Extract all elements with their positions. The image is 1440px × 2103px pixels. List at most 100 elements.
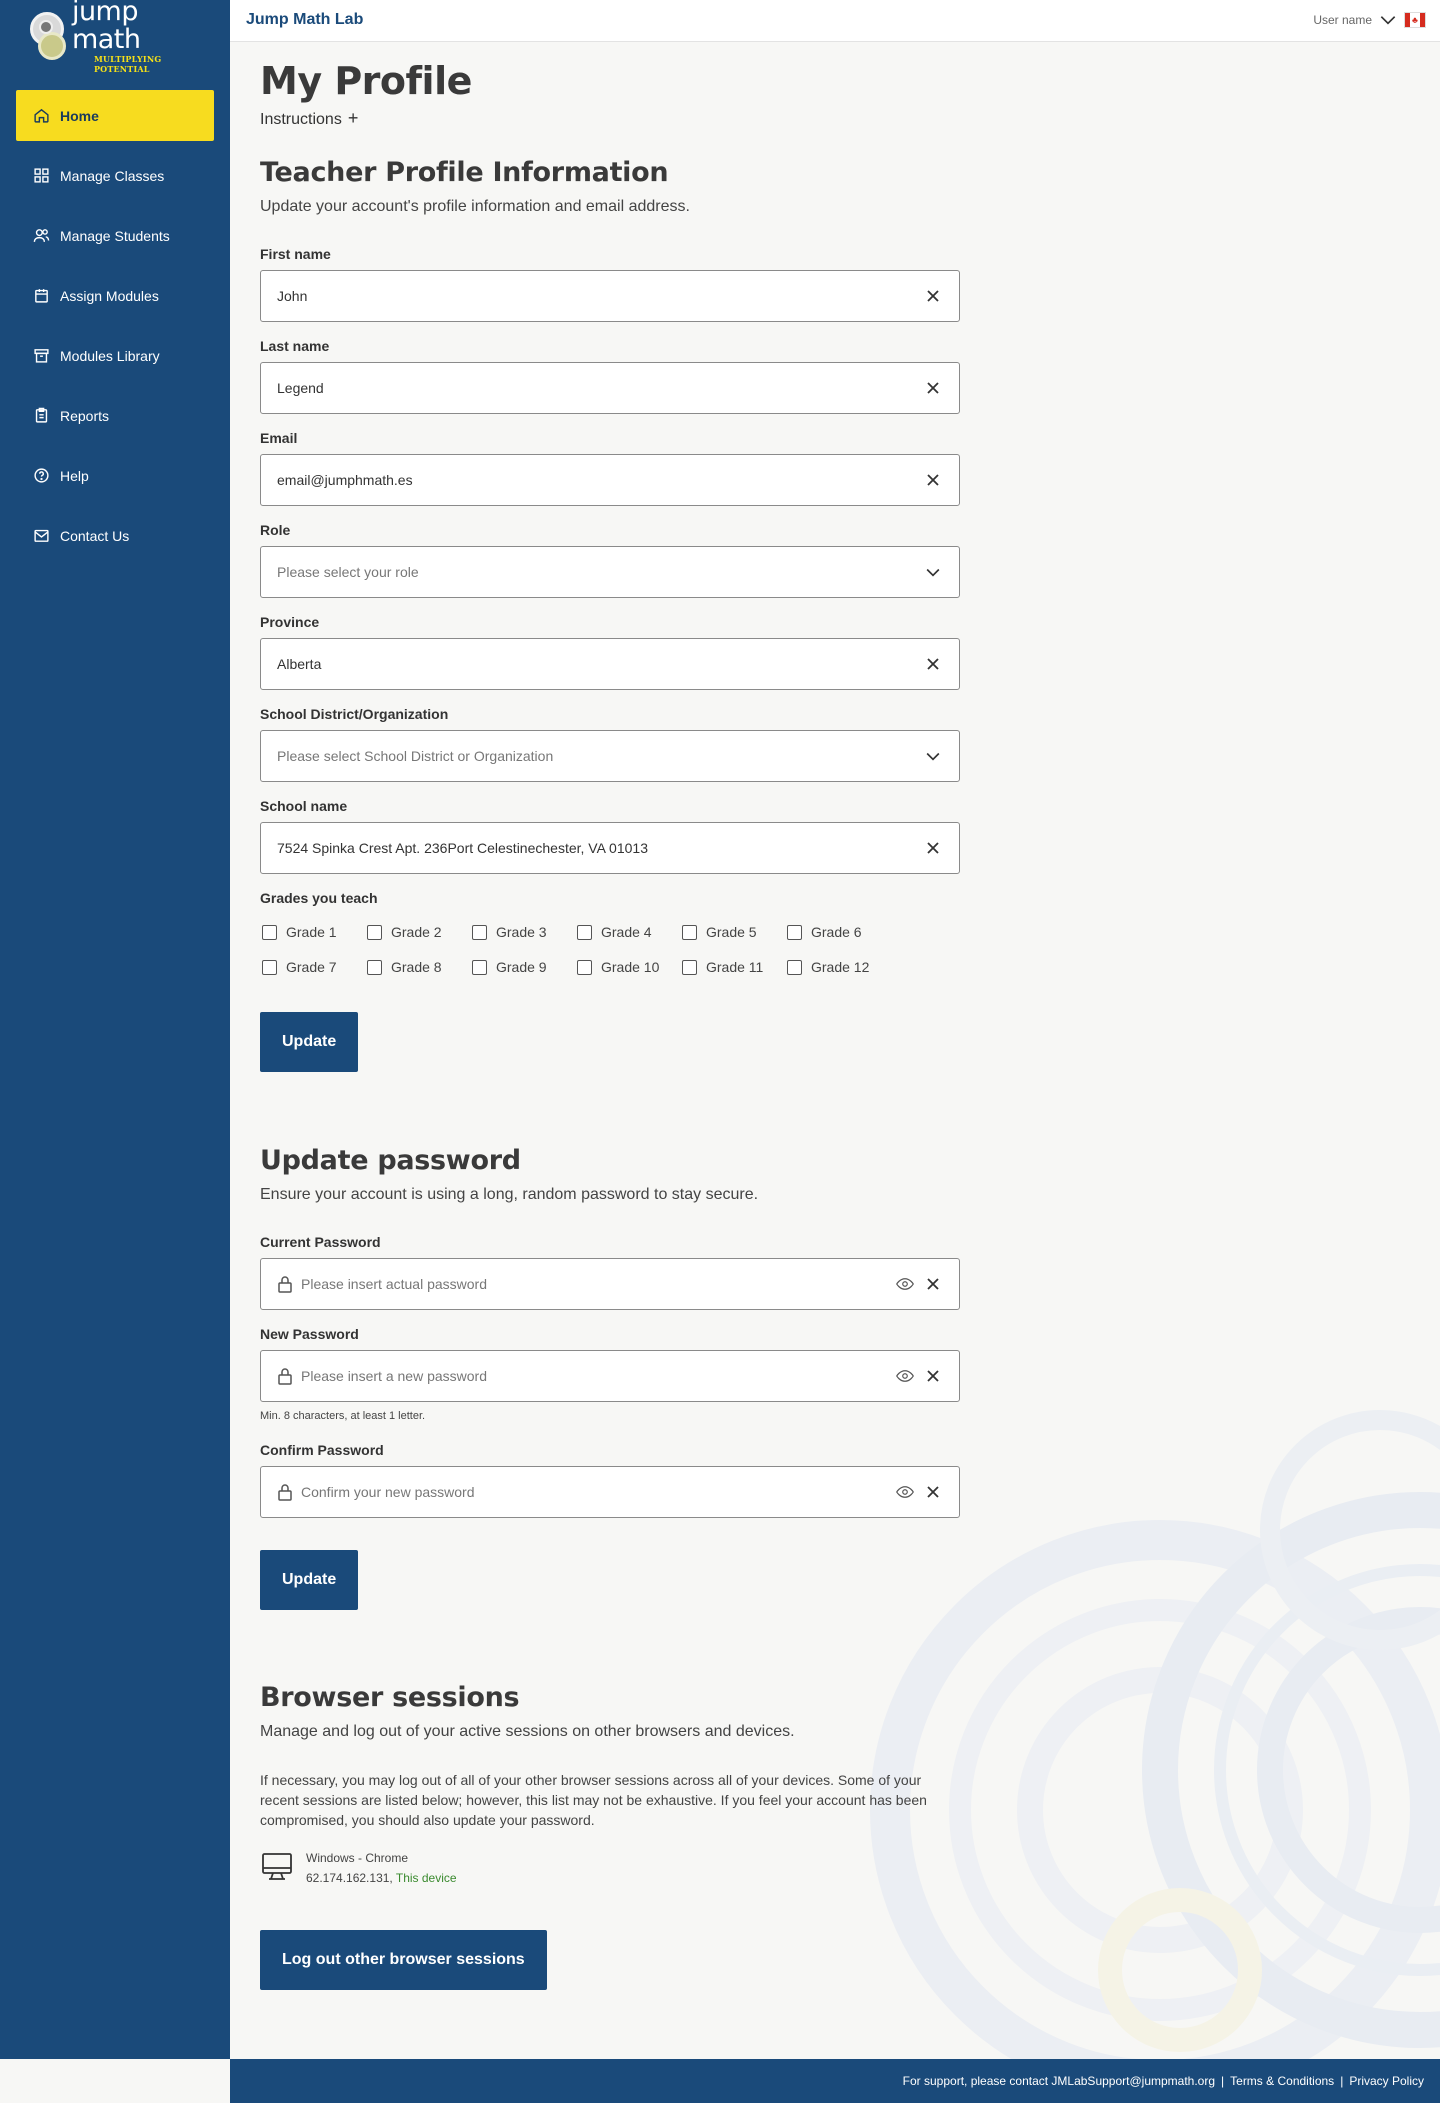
sidebar-item-label: Home <box>60 107 99 124</box>
sidebar-item-reports[interactable]: Reports <box>16 390 214 441</box>
lock-icon <box>277 1483 293 1501</box>
desktop-monitor-icon <box>260 1850 294 1884</box>
grade-label: Grade 9 <box>496 959 547 975</box>
clear-icon[interactable] <box>923 378 943 398</box>
user-menu[interactable]: User name ♣ <box>1313 10 1426 30</box>
clear-icon[interactable] <box>923 1366 943 1386</box>
sidebar-item-contact-us[interactable]: Contact Us <box>16 510 214 561</box>
grade-checkbox[interactable]: Grade 8 <box>367 959 442 975</box>
district-select[interactable]: Please select School District or Organiz… <box>260 730 960 782</box>
grade-label: Grade 8 <box>391 959 442 975</box>
sidebar-item-home[interactable]: Home <box>16 90 214 141</box>
grade-label: Grade 4 <box>601 924 652 940</box>
grade-checkbox[interactable]: Grade 7 <box>262 959 337 975</box>
grade-checkbox[interactable]: Grade 6 <box>787 924 862 940</box>
sidebar-item-label: Modules Library <box>60 347 160 364</box>
new-password-field[interactable] <box>260 1350 960 1402</box>
eye-icon[interactable] <box>895 1275 915 1293</box>
chevron-down-icon[interactable] <box>923 746 943 766</box>
instructions-toggle[interactable]: Instructions + <box>260 108 358 129</box>
jump-math-logo[interactable]: jump math MULTIPLYING POTENTIAL <box>30 0 205 74</box>
grade-checkbox[interactable]: Grade 3 <box>472 924 547 940</box>
sidebar-nav: Home Manage Classes Manage Students Assi… <box>16 90 214 570</box>
province-field[interactable] <box>260 638 960 690</box>
last-name-input[interactable] <box>277 380 923 396</box>
grade-label: Grade 6 <box>811 924 862 940</box>
chevron-down-icon[interactable] <box>1378 10 1398 30</box>
grade-label: Grade 10 <box>601 959 660 975</box>
sidebar-item-manage-classes[interactable]: Manage Classes <box>16 150 214 201</box>
school-name-label: School name <box>260 798 348 814</box>
canada-flag-icon[interactable]: ♣ <box>1404 12 1426 28</box>
terms-link[interactable]: Terms & Conditions <box>1230 2074 1334 2088</box>
sidebar-item-label: Help <box>60 467 89 484</box>
clear-icon[interactable] <box>923 286 943 306</box>
sidebar-item-help[interactable]: Help <box>16 450 214 501</box>
sidebar-item-label: Contact Us <box>60 527 130 544</box>
sidebar: jump math MULTIPLYING POTENTIAL Home Man… <box>0 0 230 2059</box>
email-field[interactable] <box>260 454 960 506</box>
chevron-down-icon[interactable] <box>923 562 943 582</box>
eye-icon[interactable] <box>895 1367 915 1385</box>
update-profile-button[interactable]: Update <box>260 1012 359 1072</box>
grade-checkbox[interactable]: Grade 9 <box>472 959 547 975</box>
instructions-label: Instructions <box>260 111 342 128</box>
confirm-password-input[interactable] <box>301 1484 895 1500</box>
first-name-field[interactable] <box>260 270 960 322</box>
eye-icon[interactable] <box>895 1483 915 1501</box>
app-title: Jump Math Lab <box>246 11 364 28</box>
sidebar-item-label: Assign Modules <box>60 287 159 304</box>
current-password-field[interactable] <box>260 1258 960 1310</box>
plus-icon: + <box>347 108 359 128</box>
this-device-label: This device <box>395 1871 457 1885</box>
role-label: Role <box>260 522 291 538</box>
support-text: For support, please contact JMLabSupport… <box>902 2074 1216 2088</box>
clear-icon[interactable] <box>923 838 943 858</box>
assign-icon <box>33 287 50 304</box>
role-select[interactable]: Please select your role <box>260 546 960 598</box>
grades-label: Grades you teach <box>260 890 378 906</box>
grade-checkbox[interactable]: Grade 4 <box>577 924 652 940</box>
clear-icon[interactable] <box>923 470 943 490</box>
footer-separator: | <box>1340 2074 1344 2088</box>
clear-icon[interactable] <box>923 654 943 674</box>
school-name-field[interactable] <box>260 822 960 874</box>
sidebar-item-modules-library[interactable]: Modules Library <box>16 330 214 381</box>
new-password-input[interactable] <box>301 1368 895 1384</box>
grade-label: Grade 12 <box>811 959 870 975</box>
session-item: Windows - Chrome 62.174.162.131, This de… <box>260 1848 457 1888</box>
sidebar-item-manage-students[interactable]: Manage Students <box>16 210 214 261</box>
sidebar-item-assign-modules[interactable]: Assign Modules <box>16 270 214 321</box>
privacy-link[interactable]: Privacy Policy <box>1349 2074 1424 2088</box>
grade-checkbox[interactable]: Grade 11 <box>682 959 763 975</box>
password-hint: Min. 8 characters, at least 1 letter. <box>260 1410 426 1422</box>
clear-icon[interactable] <box>923 1482 943 1502</box>
province-input[interactable] <box>277 656 923 672</box>
logout-other-sessions-button[interactable]: Log out other browser sessions <box>260 1930 547 1990</box>
grade-checkbox[interactable]: Grade 12 <box>787 959 869 975</box>
logo-mark-icon <box>30 12 66 60</box>
first-name-input[interactable] <box>277 288 923 304</box>
province-label: Province <box>260 614 320 630</box>
current-password-input[interactable] <box>301 1276 895 1292</box>
grade-checkbox[interactable]: Grade 2 <box>367 924 442 940</box>
grade-label: Grade 7 <box>286 959 337 975</box>
sessions-explanation: If necessary, you may log out of all of … <box>260 1772 927 1828</box>
district-placeholder: Please select School District or Organiz… <box>277 748 554 764</box>
page-title: My Profile <box>260 59 472 103</box>
last-name-field[interactable] <box>260 362 960 414</box>
clear-icon[interactable] <box>923 1274 943 1294</box>
school-name-input[interactable] <box>277 840 923 856</box>
grade-label: Grade 11 <box>706 959 764 975</box>
password-section-title: Update password <box>260 1145 521 1176</box>
sidebar-item-label: Manage Classes <box>60 167 165 184</box>
grade-checkbox[interactable]: Grade 5 <box>682 924 757 940</box>
update-password-button[interactable]: Update <box>260 1550 359 1610</box>
grade-checkbox[interactable]: Grade 1 <box>262 924 337 940</box>
confirm-password-field[interactable] <box>260 1466 960 1518</box>
sidebar-item-label: Reports <box>60 407 110 424</box>
grade-label: Grade 1 <box>286 924 337 940</box>
password-section-description: Ensure your account is using a long, ran… <box>260 1186 759 1203</box>
grade-checkbox[interactable]: Grade 10 <box>577 959 659 975</box>
email-input[interactable] <box>277 472 923 488</box>
